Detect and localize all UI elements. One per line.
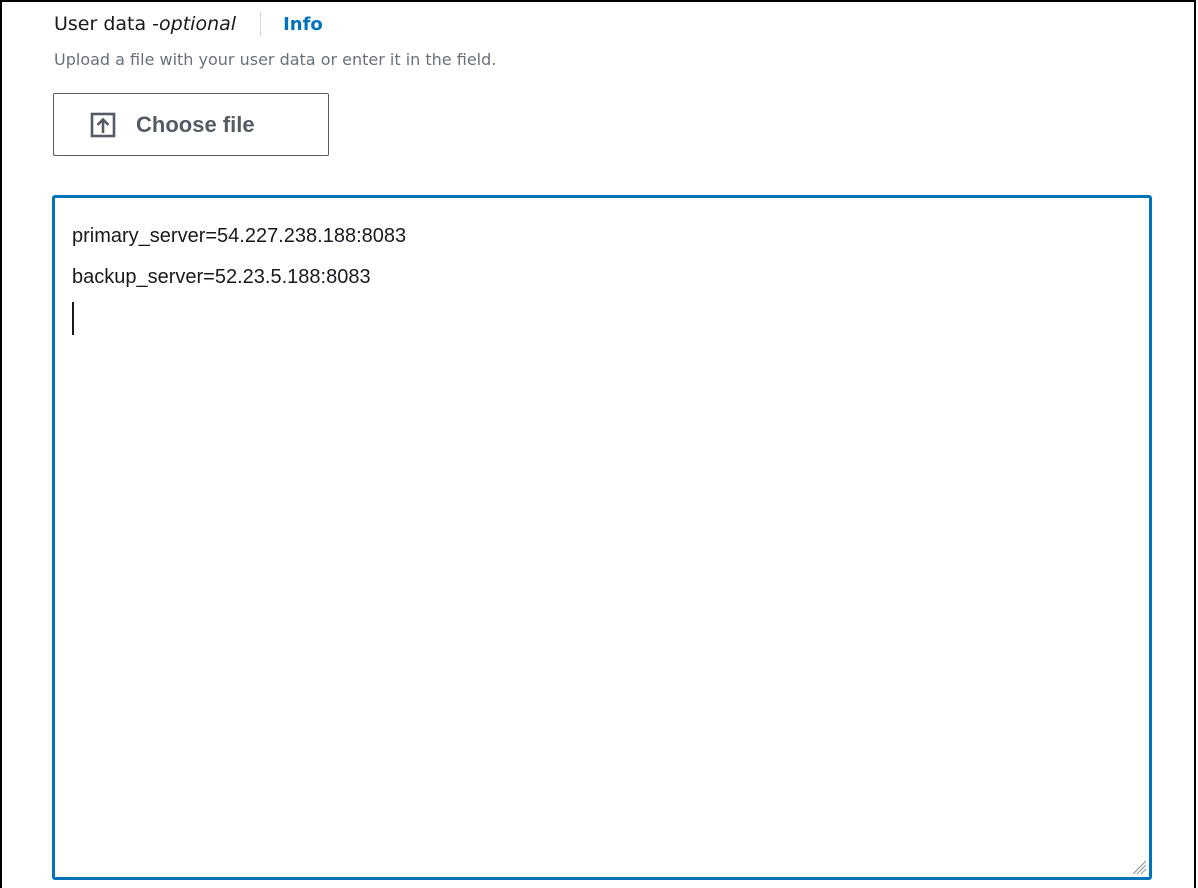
upload-icon [90, 112, 116, 138]
label-divider [260, 11, 262, 37]
user-data-line: primary_server=54.227.238.188:8083 [72, 225, 407, 247]
user-data-text: primary_server=54.227.238.188:8083 backu… [72, 216, 406, 335]
choose-file-label: Choose file [136, 111, 255, 137]
info-link[interactable]: Info [283, 14, 323, 35]
text-cursor [72, 302, 74, 335]
user-data-line: backup_server=52.23.5.188:8083 [72, 266, 371, 288]
optional-label: optional [159, 13, 237, 35]
field-description: Upload a file with your user data or ent… [54, 50, 497, 69]
user-data-label-row: User data - optional Info [54, 10, 323, 38]
user-data-textarea[interactable]: primary_server=54.227.238.188:8083 backu… [52, 195, 1152, 880]
user-data-label: User data - [54, 13, 160, 35]
choose-file-button[interactable]: Choose file [53, 93, 329, 156]
resize-handle-icon[interactable] [1129, 857, 1147, 875]
